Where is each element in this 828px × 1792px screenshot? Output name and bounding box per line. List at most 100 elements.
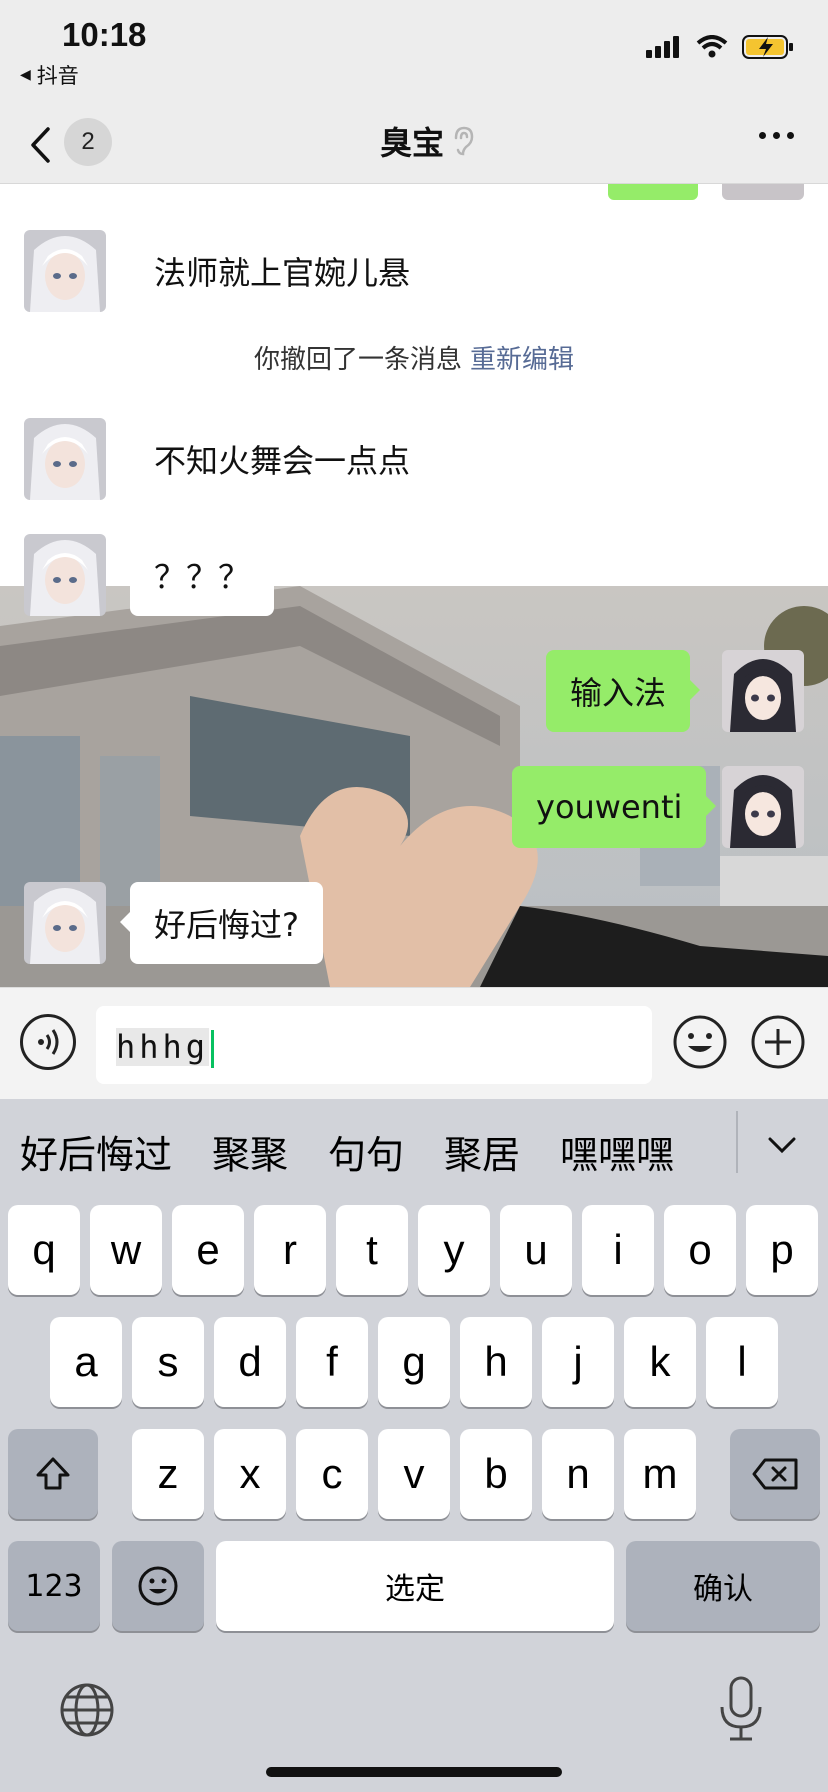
shift-key[interactable] — [8, 1429, 98, 1519]
space-key[interactable]: 选定 — [216, 1541, 614, 1631]
key-q[interactable]: q — [8, 1205, 80, 1295]
recall-notice-text: 你撤回了一条消息 — [253, 345, 462, 375]
numbers-key[interactable]: 123 — [8, 1541, 100, 1631]
smiley-icon — [138, 1566, 178, 1606]
globe-icon — [60, 1683, 114, 1737]
emoji-key[interactable] — [112, 1541, 204, 1631]
message-bubble[interactable]: 不知火舞会一点点 — [119, 418, 435, 500]
emoji-button[interactable] — [672, 1014, 728, 1070]
key-v[interactable]: v — [378, 1429, 450, 1519]
candidate-word[interactable]: 好后悔过 — [20, 1124, 172, 1179]
key-s[interactable]: s — [132, 1317, 204, 1407]
candidate-word[interactable]: 嘿嘿嘿 — [560, 1124, 674, 1179]
key-r[interactable]: r — [254, 1205, 326, 1295]
message-bubble[interactable]: 法师就上官婉儿悬 — [119, 230, 435, 312]
key-n[interactable]: n — [542, 1429, 614, 1519]
key-f[interactable]: f — [296, 1317, 368, 1407]
contact-avatar[interactable] — [24, 882, 106, 964]
contact-avatar[interactable] — [24, 230, 106, 312]
message-bubble[interactable]: 好后悔过? — [120, 882, 323, 964]
key-z[interactable]: z — [132, 1429, 204, 1519]
re-edit-link[interactable]: 重新编辑 — [470, 345, 574, 375]
confirm-key[interactable]: 确认 — [626, 1541, 820, 1631]
contact-avatar[interactable] — [24, 418, 106, 500]
microphone-icon — [720, 1676, 762, 1741]
plus-circle-icon — [751, 1015, 805, 1069]
wifi-icon — [696, 35, 728, 58]
key-j[interactable]: j — [542, 1317, 614, 1407]
key-l[interactable]: l — [706, 1317, 778, 1407]
anime-avatar-icon — [24, 230, 106, 312]
my-avatar[interactable] — [722, 766, 804, 848]
key-w[interactable]: w — [90, 1205, 162, 1295]
chat-header: 2 臭宝 — [0, 106, 828, 184]
candidate-word[interactable]: 句句 — [328, 1124, 404, 1179]
key-g[interactable]: g — [378, 1317, 450, 1407]
key-b[interactable]: b — [460, 1429, 532, 1519]
key-e[interactable]: e — [172, 1205, 244, 1295]
message-input-bar: hhhg — [0, 987, 828, 1099]
voice-icon — [38, 1029, 59, 1055]
home-indicator[interactable] — [266, 1767, 562, 1777]
status-bar: 10:18 ◀ 抖音 — [0, 0, 828, 106]
dictation-button[interactable] — [716, 1675, 766, 1745]
anime-avatar-icon — [24, 418, 106, 500]
anime-avatar-icon — [24, 882, 106, 964]
previous-message-bubble — [608, 184, 698, 200]
anime-avatar-icon — [24, 534, 106, 616]
back-app-label: 抖音 — [36, 64, 79, 88]
back-button[interactable] — [28, 120, 58, 170]
switch-keyboard-button[interactable] — [58, 1681, 116, 1739]
candidate-word[interactable]: 聚聚 — [212, 1124, 288, 1179]
battery-charging-icon — [742, 35, 793, 59]
message-text-input[interactable]: hhhg — [96, 1006, 652, 1084]
backspace-key[interactable] — [730, 1429, 820, 1519]
more-functions-button[interactable] — [750, 1014, 806, 1070]
expand-candidates-button[interactable] — [762, 1125, 802, 1165]
recall-notice: 你撤回了一条消息 重新编辑 — [0, 339, 828, 376]
backspace-icon — [752, 1458, 798, 1490]
cellular-signal-icon — [646, 36, 679, 58]
smiley-icon — [673, 1015, 727, 1069]
key-x[interactable]: x — [214, 1429, 286, 1519]
key-u[interactable]: u — [500, 1205, 572, 1295]
key-i[interactable]: i — [582, 1205, 654, 1295]
key-c[interactable]: c — [296, 1429, 368, 1519]
key-d[interactable]: d — [214, 1317, 286, 1407]
contact-avatar[interactable] — [24, 534, 106, 616]
sent-message-bubble[interactable]: youwenti — [512, 766, 717, 848]
key-a[interactable]: a — [50, 1317, 122, 1407]
voice-input-button[interactable] — [20, 1014, 76, 1070]
unread-count-badge[interactable]: 2 — [64, 118, 112, 166]
candidate-divider — [736, 1111, 738, 1173]
shift-arrow-icon — [36, 1457, 70, 1490]
sent-message-bubble[interactable]: 输入法 — [546, 650, 701, 732]
key-m[interactable]: m — [624, 1429, 696, 1519]
key-h[interactable]: h — [460, 1317, 532, 1407]
key-o[interactable]: o — [664, 1205, 736, 1295]
status-icons — [646, 34, 794, 60]
status-time: 10:18 — [62, 16, 147, 53]
candidate-word[interactable]: 聚居 — [444, 1124, 520, 1179]
text-caret — [211, 1030, 215, 1068]
key-p[interactable]: p — [746, 1205, 818, 1295]
back-triangle-icon: ◀ — [20, 67, 31, 83]
more-dot-icon — [759, 132, 766, 139]
message-bubble[interactable]: ？？？ — [119, 534, 275, 616]
composing-text: hhhg — [116, 1028, 210, 1066]
key-y[interactable]: y — [418, 1205, 490, 1295]
previous-avatar — [722, 184, 804, 200]
pinyin-keyboard: 好后悔过 聚聚 句句 聚居 嘿嘿嘿 q w e r t y u i o p a … — [0, 1099, 828, 1792]
key-t[interactable]: t — [336, 1205, 408, 1295]
more-options-button[interactable] — [759, 132, 794, 139]
chat-message-list[interactable]: 法师就上官婉儿悬 你撤回了一条消息重新编辑 不知火舞会一点点 ？？？ 输入法 — [0, 184, 828, 987]
ear-icon — [454, 126, 474, 156]
chat-title: 臭宝 — [380, 124, 445, 162]
anime-girl-avatar-icon — [722, 766, 804, 848]
chat-title-wrap: 臭宝 — [380, 118, 474, 164]
chevron-left-icon — [31, 127, 50, 163]
key-k[interactable]: k — [624, 1317, 696, 1407]
my-avatar[interactable] — [722, 650, 804, 732]
back-to-app[interactable]: ◀ 抖音 — [20, 60, 79, 90]
anime-girl-avatar-icon — [722, 650, 804, 732]
